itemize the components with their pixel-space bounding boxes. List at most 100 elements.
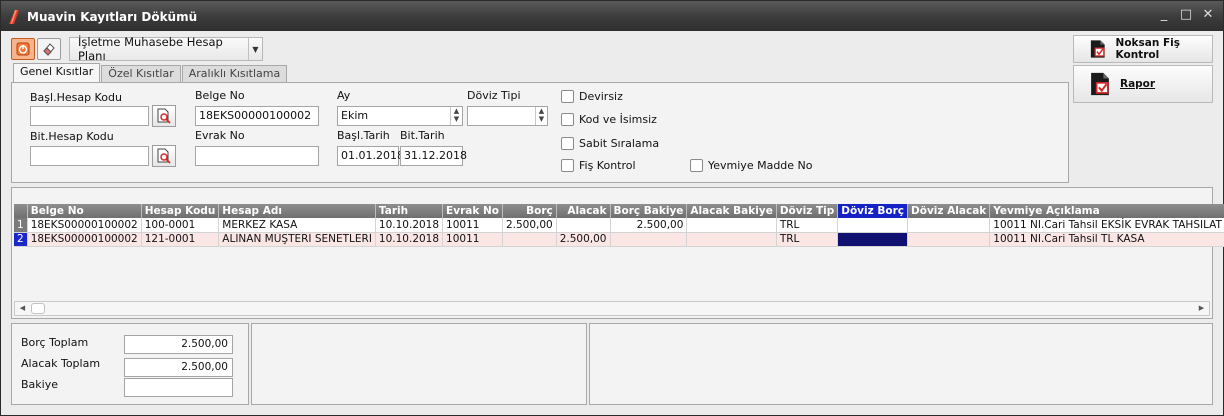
power-button[interactable]	[11, 38, 35, 60]
report-icon	[1091, 72, 1109, 96]
cell-evrak-no[interactable]: 10011	[442, 232, 503, 247]
scroll-left-icon[interactable]: ◀	[16, 303, 29, 314]
cell-yevmiye-aciklama[interactable]: 10011 NI.Cari Tahsil EKSİK EVRAK TAHSILA…	[989, 218, 1224, 233]
checkbox-box[interactable]	[561, 137, 574, 150]
row-number[interactable]: 1	[14, 218, 28, 233]
cell-doviz-tip[interactable]: TRL	[776, 218, 839, 233]
tab-genel-kisitlar[interactable]: Genel Kısıtlar	[13, 63, 101, 82]
col-alacak[interactable]: Alacak	[556, 204, 611, 218]
spin-arrows-icon[interactable]: ▲ ▼	[535, 107, 547, 125]
cell-tarih[interactable]: 10.10.2018	[375, 218, 444, 233]
rapor-label: Rapor	[1120, 78, 1156, 90]
col-tarih[interactable]: Tarih	[375, 204, 444, 218]
col-borc-bakiye[interactable]: Borç Bakiye	[610, 204, 688, 218]
title-bar: Muavin Kayıtları Dökümü _ □ ✕	[1, 1, 1223, 31]
row-number[interactable]: 2	[14, 232, 28, 247]
col-doviz-tip[interactable]: Döviz Tip	[776, 204, 839, 218]
filter-panel: Başl.Hesap Kodu Bit.Hesap Kodu Belge No …	[11, 82, 1069, 183]
minimize-icon[interactable]: _	[1157, 8, 1171, 22]
basl-hesap-kodu-input[interactable]	[30, 106, 149, 126]
basl-hesap-lookup-button[interactable]	[152, 105, 176, 127]
ay-select[interactable]: Ekim ▲ ▼	[337, 106, 463, 126]
bit-tarih-input[interactable]: 31.12.2018	[400, 146, 467, 166]
cell-hesap-adi[interactable]: MERKEZ KASA	[218, 218, 376, 233]
cell-hesap-kodu[interactable]: 121-0001	[141, 232, 220, 247]
cell-yevmiye-aciklama[interactable]: 10011 NI.Cari Tahsil TL KASA	[989, 232, 1224, 247]
cell-doviz-alacak[interactable]	[907, 218, 991, 233]
tab-ozel-kisitlar[interactable]: Özel Kısıtlar	[101, 65, 181, 82]
col-doviz-alacak[interactable]: Döviz Alacak	[907, 204, 991, 218]
basl-hesap-kodu-label: Başl.Hesap Kodu	[30, 91, 122, 104]
eraser-button[interactable]	[37, 38, 61, 60]
belge-no-input[interactable]: 18EKS00000100002	[195, 106, 319, 126]
cell-doviz-borc-selected[interactable]	[837, 232, 909, 247]
checkbox-box[interactable]	[561, 113, 574, 126]
kod-ve-isimsiz-checkbox[interactable]: Kod ve İsimsiz	[561, 113, 657, 126]
cell-alacak-bakiye[interactable]	[686, 232, 777, 247]
col-borc[interactable]: Borç	[502, 204, 557, 218]
chevron-down-icon[interactable]: ▼	[248, 38, 262, 60]
cell-alacak[interactable]: 2.500,00	[556, 232, 611, 247]
scrollbar-thumb[interactable]	[31, 303, 45, 314]
bit-hesap-kodu-input[interactable]	[30, 146, 149, 166]
borc-toplam-value: 2.500,00	[124, 335, 233, 354]
col-alacak-bakiye[interactable]: Alacak Bakiye	[686, 204, 777, 218]
totals-panel: Borç Toplam 2.500,00 Alacak Toplam 2.500…	[11, 323, 249, 405]
bit-hesap-lookup-button[interactable]	[152, 145, 176, 167]
col-hesap-kodu[interactable]: Hesap Kodu	[141, 204, 220, 218]
devirsiz-checkbox[interactable]: Devirsiz	[561, 90, 623, 103]
checkbox-box[interactable]	[690, 159, 703, 172]
app-logo-icon	[9, 10, 19, 24]
checkbox-box[interactable]	[561, 159, 574, 172]
cell-evrak-no[interactable]: 10011	[442, 218, 503, 233]
maximize-icon[interactable]: □	[1179, 8, 1193, 22]
sabit-siralama-checkbox[interactable]: Sabit Sıralama	[561, 137, 659, 150]
tab-aralikli-kisitlama[interactable]: Aralıklı Kısıtlama	[181, 65, 288, 82]
bakiye-label: Bakiye	[21, 378, 58, 391]
fis-kontrol-checkbox[interactable]: Fiş Kontrol	[561, 159, 636, 172]
toolbar: İşletme Muhasebe Hesap Planı ▼	[11, 35, 263, 63]
col-evrak-no[interactable]: Evrak No	[442, 204, 503, 218]
cell-doviz-alacak[interactable]	[907, 232, 991, 247]
cell-borc-bakiye[interactable]: 2.500,00	[610, 218, 688, 233]
col-hesap-adi[interactable]: Hesap Adı	[218, 204, 376, 218]
window-title: Muavin Kayıtları Dökümü	[27, 10, 198, 24]
yevmiye-madde-no-checkbox[interactable]: Yevmiye Madde No	[690, 159, 813, 172]
evrak-no-input[interactable]	[195, 146, 319, 166]
cell-hesap-kodu[interactable]: 100-0001	[141, 218, 220, 233]
basl-tarih-input[interactable]: 01.01.2018	[337, 146, 404, 166]
row-number-header	[14, 204, 28, 218]
table-row[interactable]: 2 18EKS00000100002 121-0001 ALINAN MÜŞTE…	[14, 232, 1224, 247]
cell-alacak[interactable]	[556, 218, 611, 233]
doviz-tipi-label: Döviz Tipi	[467, 89, 521, 102]
cell-doviz-borc[interactable]	[837, 218, 909, 233]
account-plan-select[interactable]: İşletme Muhasebe Hesap Planı ▼	[69, 35, 263, 63]
doviz-tipi-select[interactable]: ▲ ▼	[467, 106, 548, 126]
col-belge-no[interactable]: Belge No	[27, 204, 142, 218]
noksan-fis-kontrol-label: Noksan Fiş Kontrol	[1115, 37, 1181, 61]
account-plan-value: İşletme Muhasebe Hesap Planı	[78, 35, 223, 63]
col-yevmiye-aciklama[interactable]: Yevmiye Açıklama	[989, 204, 1224, 218]
cell-borc[interactable]: 2.500,00	[502, 218, 557, 233]
middle-panel	[251, 323, 587, 405]
rapor-button[interactable]: Rapor	[1073, 65, 1213, 103]
cell-tarih[interactable]: 10.10.2018	[375, 232, 444, 247]
cell-alacak-bakiye[interactable]	[686, 218, 777, 233]
noksan-fis-kontrol-button[interactable]: Noksan Fiş Kontrol	[1073, 35, 1213, 63]
cell-borc[interactable]	[502, 232, 557, 247]
fis-kontrol-label: Fiş Kontrol	[579, 159, 636, 172]
cell-belge-no[interactable]: 18EKS00000100002	[27, 218, 142, 233]
checkbox-box[interactable]	[561, 90, 574, 103]
spin-arrows-icon[interactable]: ▲ ▼	[450, 107, 462, 125]
cell-hesap-adi[interactable]: ALINAN MÜŞTERİ SENETLERİ	[218, 232, 376, 247]
col-doviz-borc[interactable]: Döviz Borç	[837, 204, 909, 218]
cell-belge-no[interactable]: 18EKS00000100002	[27, 232, 142, 247]
devirsiz-label: Devirsiz	[579, 90, 623, 103]
table-row[interactable]: 1 18EKS00000100002 100-0001 MERKEZ KASA …	[14, 218, 1224, 233]
cell-borc-bakiye[interactable]	[610, 232, 688, 247]
scroll-right-icon[interactable]: ▶	[1195, 303, 1208, 314]
horizontal-scrollbar[interactable]: ◀ ▶	[14, 301, 1210, 316]
tab-strip: Genel Kısıtlar Özel Kısıtlar Aralıklı Kı…	[13, 63, 288, 82]
close-icon[interactable]: ✕	[1201, 8, 1215, 22]
cell-doviz-tip[interactable]: TRL	[776, 232, 839, 247]
